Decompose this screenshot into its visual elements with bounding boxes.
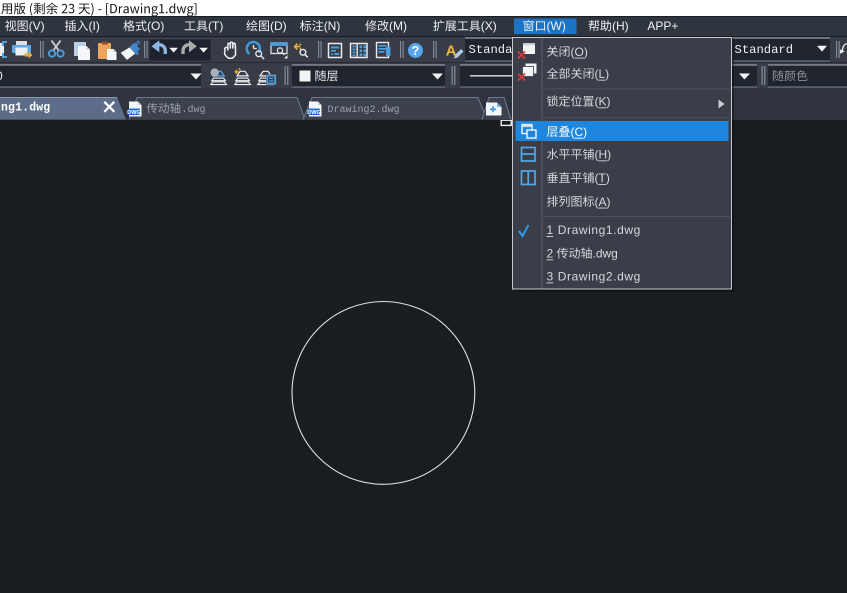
svg-text:(L): (L) [595,67,610,81]
svg-text:.dwg: .dwg [593,247,618,261]
svg-text:(O): (O) [147,19,164,33]
svg-text:0: 0 [0,69,3,83]
svg-text:.dwg: .dwg [182,104,206,116]
svg-text:(W): (W) [547,19,566,33]
svg-text:Standard: Standard [735,43,794,57]
svg-text:3 Drawing2.dwg: 3 Drawing2.dwg [547,270,641,284]
svg-text:(X): (X) [481,19,497,33]
svg-text:(N): (N) [324,19,341,33]
svg-text:ng1.dwg: ng1.dwg [1,102,50,115]
svg-text:Drawing2.dwg: Drawing2.dwg [328,104,400,116]
svg-text:(M): (M) [389,19,407,33]
svg-text:(C): (C) [571,125,588,139]
svg-text:(H): (H) [612,19,629,33]
svg-text:(I): (I) [89,19,100,33]
svg-text:1 Drawing1.dwg: 1 Drawing1.dwg [547,223,641,237]
svg-text:DWG: DWG [307,110,321,116]
svg-text:APP+: APP+ [647,19,678,33]
svg-text:(T): (T) [595,171,610,185]
svg-text:?: ? [412,44,420,58]
svg-text:(K): (K) [595,95,611,109]
svg-text:(D): (D) [270,19,287,33]
svg-text:(H): (H) [595,148,612,162]
svg-text:(T): (T) [208,19,223,33]
svg-text:2: 2 [547,247,554,261]
svg-text:(O): (O) [571,45,588,59]
svg-text:(V): (V) [29,19,45,33]
svg-text:DWG: DWG [127,110,141,116]
svg-text:(A): (A) [595,195,611,209]
